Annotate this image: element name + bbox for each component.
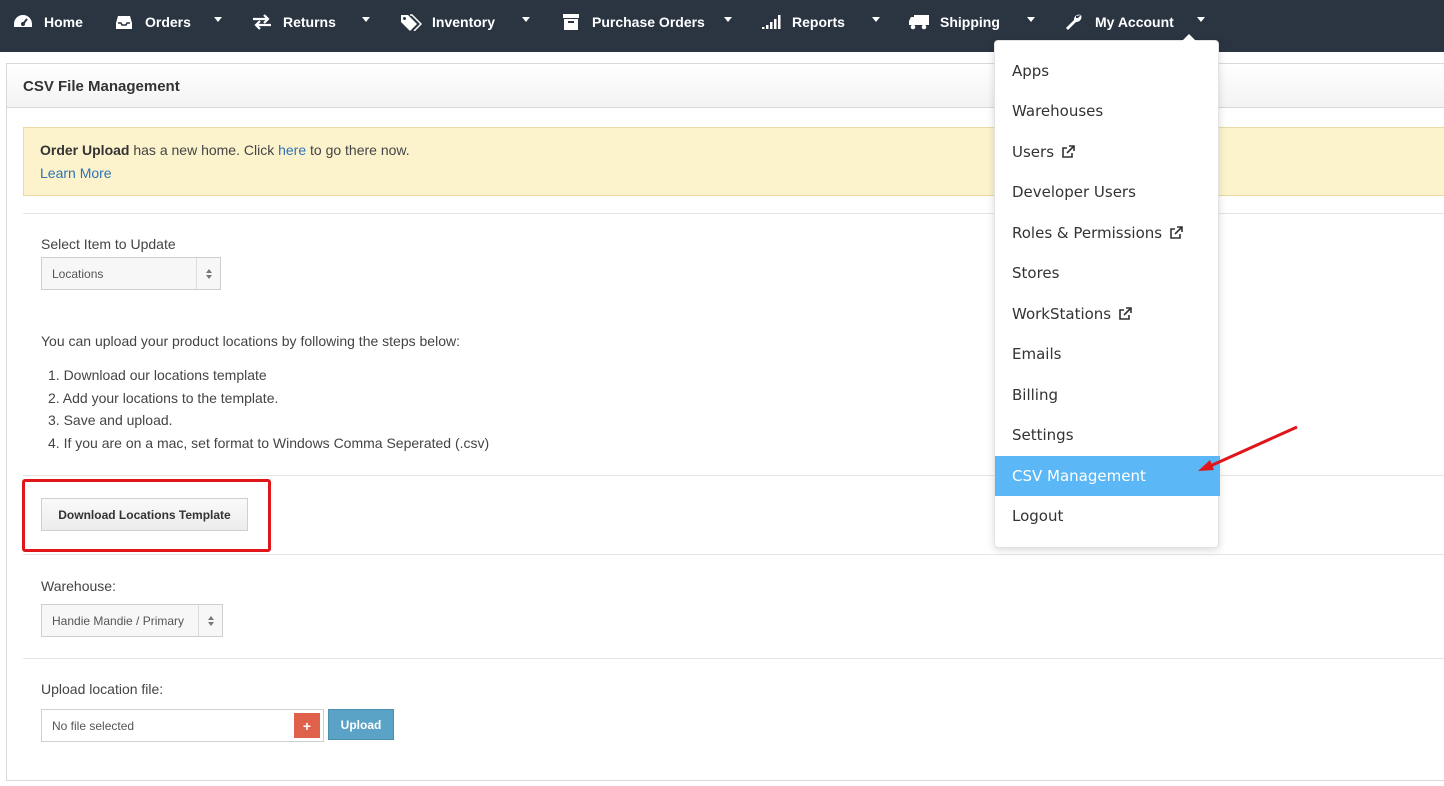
select-arrows-icon xyxy=(196,258,220,289)
nav-reports-label: Reports xyxy=(792,14,845,30)
menu-item-label: Stores xyxy=(1012,264,1060,282)
steps-list: 1. Download our locations template 2. Ad… xyxy=(48,367,489,457)
divider xyxy=(23,475,1444,476)
warehouse-select[interactable]: Handie Mandie / Primary xyxy=(41,604,223,637)
menu-item-label: Settings xyxy=(1012,426,1074,444)
nav-my-account[interactable]: My Account xyxy=(1063,0,1205,44)
menu-item-emails[interactable]: Emails xyxy=(995,334,1220,374)
upload-label: Upload location file: xyxy=(41,681,164,697)
chevron-down-icon[interactable] xyxy=(522,17,530,22)
my-account-dropdown: Apps Warehouses Users Developer Users Ro… xyxy=(994,34,1220,548)
external-link-icon xyxy=(1169,226,1183,240)
menu-item-label: Apps xyxy=(1012,62,1050,80)
truck-icon xyxy=(908,13,930,31)
file-placeholder: No file selected xyxy=(52,718,135,733)
nav-orders-label: Orders xyxy=(145,14,191,30)
select-item-value: Locations xyxy=(52,266,104,281)
select-arrows-icon xyxy=(198,605,222,636)
chevron-down-icon[interactable] xyxy=(1027,17,1035,22)
nav-home-label: Home xyxy=(44,14,83,30)
dashboard-icon xyxy=(12,13,34,31)
nav-reports[interactable]: Reports xyxy=(760,0,880,44)
list-item: 1. Download our locations template xyxy=(48,367,267,383)
list-item: 2. Add your locations to the template. xyxy=(48,389,279,406)
alert-message: Order Upload has a new home. Click here … xyxy=(40,142,410,158)
menu-item-logout[interactable]: Logout xyxy=(995,496,1220,536)
nav-my-account-label: My Account xyxy=(1095,14,1174,30)
alert-bold-text: Order Upload xyxy=(40,142,130,158)
upload-button[interactable]: Upload xyxy=(328,709,394,740)
highlight-box xyxy=(22,479,271,552)
nav-shipping-label: Shipping xyxy=(940,14,1000,30)
divider xyxy=(23,658,1444,659)
warehouse-value: Handie Mandie / Primary xyxy=(52,613,185,628)
wrench-icon xyxy=(1063,13,1085,31)
learn-more-link[interactable]: Learn More xyxy=(40,165,112,181)
menu-item-label: CSV Management xyxy=(1012,467,1146,485)
nav-inventory[interactable]: Inventory xyxy=(400,0,530,44)
external-link-icon xyxy=(1061,145,1075,159)
alert-text-after-link: to go there now. xyxy=(306,142,410,158)
divider xyxy=(23,213,1444,214)
add-file-button[interactable]: + xyxy=(294,713,320,738)
menu-item-label: Users xyxy=(1012,143,1055,161)
signal-icon xyxy=(760,13,782,31)
menu-item-label: Logout xyxy=(1012,507,1064,525)
chevron-down-icon[interactable] xyxy=(214,17,222,22)
menu-item-roles-permissions[interactable]: Roles & Permissions xyxy=(995,213,1220,253)
menu-item-users[interactable]: Users xyxy=(995,132,1220,172)
chevron-down-icon[interactable] xyxy=(724,17,732,22)
top-navbar: Home Orders Returns Inventory Purchase O… xyxy=(0,0,1444,52)
menu-item-label: Roles & Permissions xyxy=(1012,224,1163,242)
nav-shipping[interactable]: Shipping xyxy=(908,0,1035,44)
menu-item-apps[interactable]: Apps xyxy=(995,51,1220,91)
alert-here-link[interactable]: here xyxy=(278,142,306,158)
exchange-icon xyxy=(251,13,273,31)
nav-orders[interactable]: Orders xyxy=(113,0,222,44)
menu-item-label: Emails xyxy=(1012,345,1062,363)
menu-item-stores[interactable]: Stores xyxy=(995,253,1220,293)
chevron-down-icon[interactable] xyxy=(872,17,880,22)
chevron-down-icon[interactable] xyxy=(362,17,370,22)
steps-intro: You can upload your product locations by… xyxy=(41,333,460,349)
panel-header: CSV File Management xyxy=(7,64,1444,108)
inbox-icon xyxy=(113,13,135,31)
file-input[interactable]: No file selected xyxy=(41,709,324,742)
tags-icon xyxy=(400,13,422,31)
menu-item-label: Developer Users xyxy=(1012,183,1136,201)
nav-purchase-orders[interactable]: Purchase Orders xyxy=(560,0,732,44)
menu-item-label: WorkStations xyxy=(1012,305,1112,323)
archive-icon xyxy=(560,13,582,31)
external-link-icon xyxy=(1118,307,1132,321)
select-item-label: Select Item to Update xyxy=(41,236,176,252)
page-title: CSV File Management xyxy=(23,78,180,95)
menu-item-label: Warehouses xyxy=(1012,102,1104,120)
chevron-down-icon[interactable] xyxy=(1197,17,1205,22)
select-item-dropdown[interactable]: Locations xyxy=(41,257,221,290)
dropdown-notch xyxy=(1182,34,1196,41)
divider xyxy=(23,554,1444,555)
nav-home[interactable]: Home xyxy=(12,0,83,44)
list-item: 4. If you are on a mac, set format to Wi… xyxy=(48,434,490,451)
menu-item-settings[interactable]: Settings xyxy=(995,415,1220,455)
nav-purchase-orders-label: Purchase Orders xyxy=(592,14,705,30)
warehouse-label: Warehouse: xyxy=(41,578,116,594)
nav-returns-label: Returns xyxy=(283,14,336,30)
nav-returns[interactable]: Returns xyxy=(251,0,370,44)
menu-item-csv-management[interactable]: CSV Management xyxy=(995,456,1220,496)
list-item: 3. Save and upload. xyxy=(48,412,173,428)
menu-item-warehouses[interactable]: Warehouses xyxy=(995,91,1220,131)
nav-inventory-label: Inventory xyxy=(432,14,496,30)
menu-item-developer-users[interactable]: Developer Users xyxy=(995,172,1220,212)
order-upload-alert: Order Upload has a new home. Click here … xyxy=(23,127,1444,196)
annotation-arrow-icon xyxy=(1198,425,1298,471)
menu-item-billing[interactable]: Billing xyxy=(995,375,1220,415)
alert-text-before-link: has a new home. Click xyxy=(129,142,279,158)
menu-item-label: Billing xyxy=(1012,386,1058,404)
menu-item-workstations[interactable]: WorkStations xyxy=(995,294,1220,334)
